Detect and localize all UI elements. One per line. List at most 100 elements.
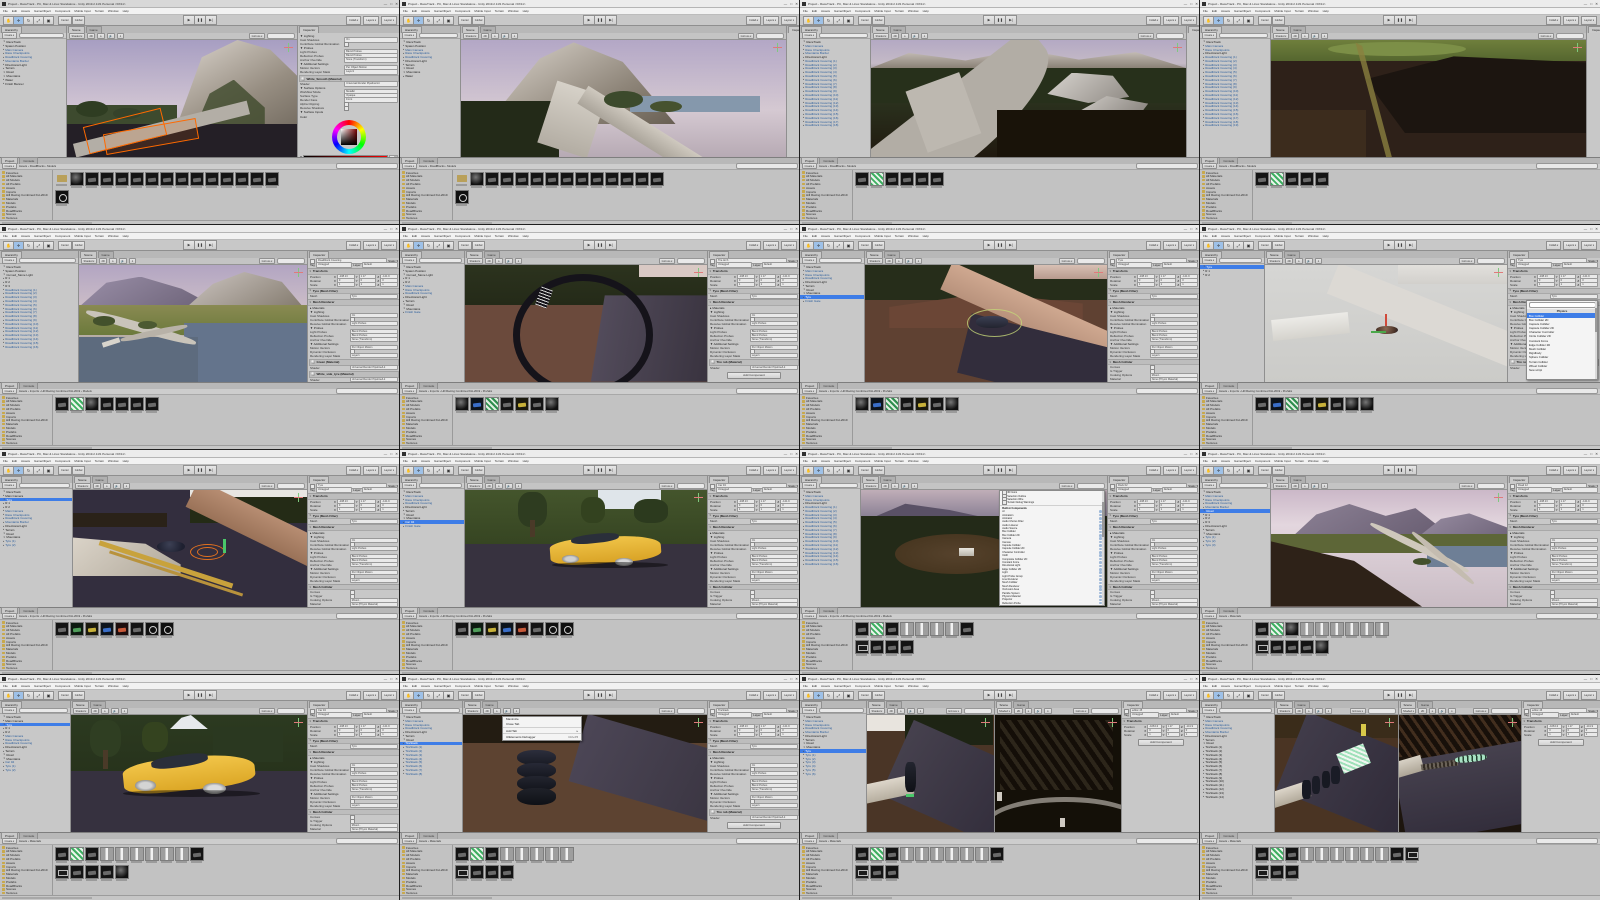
step-button[interactable]: ▶| <box>205 465 217 475</box>
tab-console[interactable]: Console <box>1219 831 1239 839</box>
tag-dropdown[interactable]: Untagged <box>315 712 353 718</box>
asset-thumbnails[interactable] <box>453 620 800 670</box>
tab-inspector[interactable]: Inspector <box>1109 251 1130 258</box>
scale-tool-icon[interactable]: ⤢ <box>33 240 43 250</box>
scene-search-input[interactable] <box>756 33 784 39</box>
toolbar-dropdown[interactable]: Layout ▾ <box>781 240 797 250</box>
hierarchy-search-input[interactable] <box>418 32 458 39</box>
axis-value[interactable]: 1 <box>1580 507 1598 513</box>
asset-thumbnail[interactable] <box>484 171 499 188</box>
menu-gameobject[interactable]: GameObject <box>434 459 451 463</box>
menu-component[interactable]: Component <box>1255 684 1271 688</box>
menu-gameobject[interactable]: GameObject <box>434 9 451 13</box>
toolbar-dropdown[interactable]: Layers ▾ <box>363 465 380 475</box>
add-component-button[interactable]: Add Component <box>726 371 782 379</box>
rotate-tool-icon[interactable]: ↻ <box>823 240 833 250</box>
transform-tools[interactable]: ✋ ✛ ↻ ⤢ ▣ <box>3 465 54 475</box>
asset-thumbnail[interactable] <box>869 621 884 638</box>
asset-thumbnail[interactable] <box>899 621 914 638</box>
effects-toggle-icon[interactable]: ✦ <box>910 482 919 490</box>
move-tool-icon[interactable]: ✛ <box>13 240 23 250</box>
window-titlebar[interactable]: Project - RaceTrack - PC, Mac & Linux St… <box>0 225 400 233</box>
hierarchy-search-input[interactable] <box>418 707 460 714</box>
toolbar-dropdown[interactable]: Layout ▾ <box>381 15 397 25</box>
audio-toggle-icon[interactable]: 🔊 <box>112 482 121 490</box>
asset-thumbnail[interactable] <box>114 864 129 881</box>
menu-terrain[interactable]: Terrain <box>895 459 904 463</box>
rotate-tool-icon[interactable]: ↻ <box>423 15 433 25</box>
asset-thumbnail[interactable] <box>54 189 69 206</box>
scale-tool-icon[interactable]: ⤢ <box>833 690 843 700</box>
shaded-dropdown[interactable]: Shaded ▾ <box>863 482 879 490</box>
field-value[interactable]: On <box>749 538 798 544</box>
asset-thumbnail[interactable] <box>219 171 234 188</box>
step-button[interactable]: ▶| <box>1005 240 1017 250</box>
layer-dropdown[interactable]: Default <box>361 262 399 268</box>
asset-thumbnail[interactable] <box>514 396 529 413</box>
menu-help[interactable]: Help <box>523 684 529 688</box>
scene-search-input[interactable] <box>677 708 705 714</box>
tab-game[interactable]: Game <box>1293 701 1310 708</box>
play-controls[interactable]: ▶ ❚❚ ▶| <box>1383 240 1417 250</box>
hierarchy-search-input[interactable] <box>818 482 858 489</box>
pause-button[interactable]: ❚❚ <box>1394 690 1405 700</box>
scene-view[interactable] <box>79 265 307 382</box>
field-value[interactable]: Tyre <box>749 293 798 299</box>
menu-bar[interactable]: File Edit Assets GameObject Component Mobile … <box>0 458 400 465</box>
asset-thumbnail[interactable] <box>99 621 114 638</box>
hierarchy-item[interactable]: ▸ Roadblock Covering (18) <box>800 123 870 127</box>
hierarchy-list[interactable]: ▼ RaceTrack ▸ Main Camera ▸ Race Checkpoints ▸… <box>800 39 870 157</box>
project-create-dropdown[interactable]: Create ▾ <box>2 387 17 395</box>
tab-inspector[interactable]: Inspector <box>299 26 320 33</box>
window-titlebar[interactable]: Project - RaceTrack - PC, Mac & Linux St… <box>0 450 400 458</box>
window-controls[interactable]: — □ ✕ <box>1584 227 1598 231</box>
toolbar-dropdown[interactable]: Layers ▾ <box>1563 690 1580 700</box>
play-controls[interactable]: ▶ ❚❚ ▶| <box>983 240 1017 250</box>
asset-thumbnail[interactable] <box>84 864 99 881</box>
scene-view[interactable] <box>871 40 1186 157</box>
menu-gameobject[interactable]: GameObject <box>434 684 451 688</box>
axis-value[interactable]: 1 <box>780 282 798 288</box>
menu-terrain[interactable]: Terrain <box>495 9 504 13</box>
asset-thumbnail[interactable] <box>929 171 944 188</box>
asset-thumbnail[interactable] <box>114 171 129 188</box>
tab-console[interactable]: Console <box>419 381 439 389</box>
menu-component[interactable]: Component <box>455 684 471 688</box>
window-titlebar[interactable]: Project - RaceTrack - PC, Mac & Linux St… <box>1200 450 1600 458</box>
asset-thumbnail[interactable] <box>1374 621 1389 638</box>
shaded-dropdown[interactable]: Shaded ▾ <box>1267 257 1283 265</box>
pivot-toggle[interactable]: Center <box>458 690 472 700</box>
scale-tool-icon[interactable]: ⤢ <box>33 15 43 25</box>
rect-tool-icon[interactable]: ▣ <box>443 465 454 475</box>
scene-search-input[interactable] <box>1077 483 1105 489</box>
project-search-input[interactable] <box>1536 163 1598 169</box>
window-titlebar[interactable]: Project - RaceTrack - PC, Mac & Linux St… <box>400 225 800 233</box>
create-dropdown[interactable]: Create ▾ <box>402 32 417 39</box>
toolbar-dropdowns[interactable]: Collab ▾ Layers ▾ Layout ▾ <box>345 240 397 250</box>
axis-value[interactable]: 1 <box>1583 732 1598 738</box>
gizmos-dropdown[interactable]: Gizmos ▾ <box>1349 707 1366 715</box>
layer-dropdown[interactable]: Default <box>1161 487 1199 493</box>
effects-toggle-icon[interactable]: ✦ <box>514 257 523 265</box>
effects-toggle-icon[interactable]: ✦ <box>1314 257 1323 265</box>
field-value[interactable]: Per Object Motion <box>349 570 398 576</box>
step-button[interactable]: ▶| <box>1005 15 1017 25</box>
toolbar-dropdowns[interactable]: Collab ▾ Layers ▾ Layout ▾ <box>345 690 397 700</box>
asset-thumbnail[interactable] <box>1284 639 1299 656</box>
pivot-toggles[interactable]: Center Global <box>858 465 886 475</box>
asset-thumbnail[interactable] <box>1359 396 1374 413</box>
rotate-tool-icon[interactable]: ↻ <box>23 465 33 475</box>
project-search-input[interactable] <box>336 838 398 844</box>
2d-toggle[interactable]: 2D <box>90 707 100 715</box>
menu-edit[interactable]: Edit <box>1212 459 1217 463</box>
move-tool-icon[interactable]: ✛ <box>413 240 423 250</box>
play-controls[interactable]: ▶ ❚❚ ▶| <box>983 465 1017 475</box>
asset-thumbnail[interactable] <box>1284 396 1299 413</box>
asset-thumbnail[interactable] <box>884 864 899 881</box>
create-dropdown[interactable]: Create ▾ <box>2 707 17 714</box>
field-value[interactable]: On <box>349 538 398 544</box>
shaded-dropdown[interactable]: Shaded ▾ <box>996 707 1013 715</box>
play-button[interactable]: ▶ <box>583 15 594 25</box>
rect-tool-icon[interactable]: ▣ <box>843 465 854 475</box>
field-value[interactable]: Light Probes <box>349 321 398 327</box>
